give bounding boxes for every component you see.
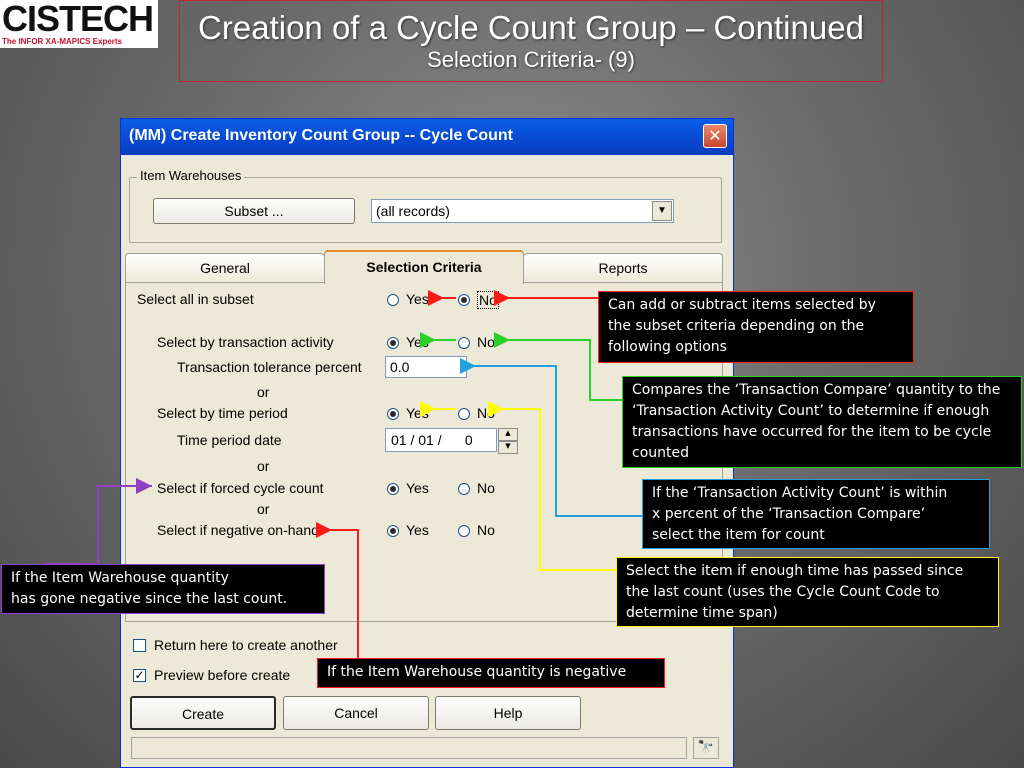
arrow-yellow-no [488,401,616,571]
callout-compare: Compares the ‘Transaction Compare’ quant… [622,376,1022,468]
callout-gone-negative: If the Item Warehouse quantity has gone … [1,564,325,614]
tab-selection-criteria[interactable]: Selection Criteria [324,250,524,284]
callout-within: If the ‘Transaction Activity Count’ is w… [642,479,990,549]
arrow-purple-forced [44,478,152,565]
callout-subset: Can add or subtract items selected by th… [598,291,914,363]
arrow-blue-tolerance [460,358,642,517]
callout-time: Select the item if enough time has passe… [616,557,999,627]
arrow-red-negative [316,522,359,658]
callout-is-negative: If the Item Warehouse quantity is negati… [317,658,665,688]
